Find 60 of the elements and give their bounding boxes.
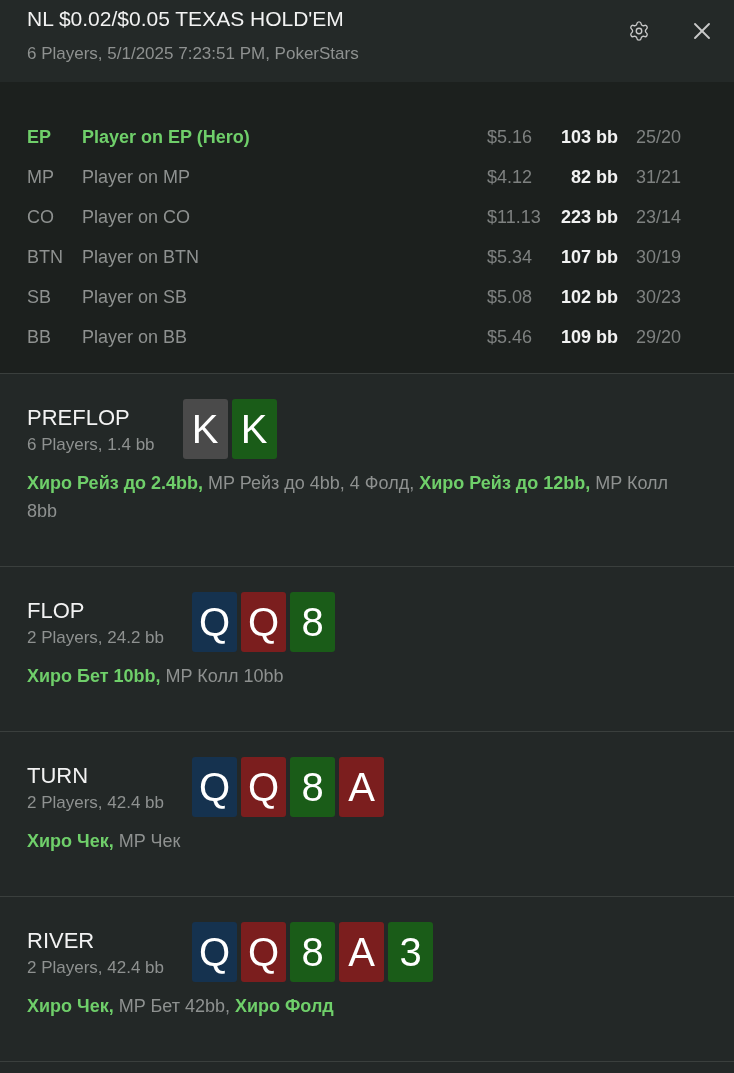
- playing-card: Q: [192, 922, 238, 982]
- player-stats: 31/21: [636, 166, 682, 188]
- player-stack: $5.08: [487, 286, 533, 308]
- player-name: Player on MP: [82, 166, 191, 188]
- settings-icon: [628, 20, 650, 42]
- player-stack-bb: 82 bb: [571, 166, 618, 188]
- player-stats: 25/20: [636, 126, 682, 148]
- player-stack-bb: 102 bb: [560, 286, 618, 308]
- playing-card: 8: [290, 757, 336, 817]
- playing-card: 8: [290, 922, 336, 982]
- player-stack-bb: 223 bb: [560, 206, 618, 228]
- player-position: MP: [27, 166, 54, 188]
- playing-card: Q: [241, 757, 287, 817]
- street-title: RIVER: [27, 928, 96, 954]
- player-position: CO: [27, 206, 54, 228]
- player-name: Player on BB: [82, 326, 188, 348]
- playing-card: 3: [388, 922, 434, 982]
- street-info: 6 Players, 1.4 bb: [27, 434, 155, 456]
- street-title: PREFLOP: [27, 405, 131, 431]
- settings-button[interactable]: [628, 20, 650, 42]
- player-name: Player on SB: [82, 286, 188, 308]
- playing-card: Q: [192, 757, 238, 817]
- playing-card: K: [231, 399, 277, 459]
- player-stack-bb: 109 bb: [560, 326, 618, 348]
- street-title: FLOP: [27, 598, 86, 624]
- street-info: 2 Players, 42.4 bb: [27, 957, 165, 979]
- street-actions: Хиро Рейз до 2.4bb, MP Рейз до 4bb, 4 Фолд, Хиро Рейз до 12bb, MP Колл 8bb: [27, 472, 670, 523]
- street-actions: Хиро Бет 10bb, MP Колл 10bb: [27, 665, 285, 688]
- player-stats: 30/23: [636, 286, 682, 308]
- player-position: SB: [27, 286, 51, 308]
- street-actions: Хиро Чек, MP Бет 42bb, Хиро Фолд: [27, 995, 335, 1018]
- player-name: Player on CO: [82, 206, 191, 228]
- hand-subtitle: 6 Players, 5/1/2025 7:23:51 PM, PokerStars: [27, 43, 360, 65]
- player-stats: 23/14: [636, 206, 682, 228]
- street-info: 2 Players, 42.4 bb: [27, 792, 165, 814]
- playing-card: Q: [192, 592, 238, 652]
- playing-card: K: [182, 399, 228, 459]
- player-stack-bb: 103 bb: [560, 126, 618, 148]
- player-stack: $5.46: [487, 326, 533, 348]
- player-position: BTN: [27, 246, 63, 268]
- player-position: BB: [27, 326, 51, 348]
- playing-card: 8: [290, 592, 336, 652]
- playing-card: Q: [241, 922, 287, 982]
- player-position: EP: [27, 126, 51, 148]
- player-name: Player on EP (Hero): [82, 126, 250, 148]
- playing-card: A: [339, 757, 385, 817]
- player-stack: $4.12: [487, 166, 533, 188]
- player-stack-bb: 107 bb: [560, 246, 618, 268]
- street-title: TURN: [27, 763, 90, 789]
- playing-card: Q: [241, 592, 287, 652]
- player-stack: $5.16: [487, 126, 533, 148]
- player-name: Player on BTN: [82, 246, 200, 268]
- playing-card: A: [339, 922, 385, 982]
- hand-title: NL $0.02/$0.05 TEXAS HOLD'EM: [27, 6, 345, 32]
- street-actions: Хиро Чек, MP Чек: [27, 830, 182, 853]
- player-stack: $11.13: [487, 206, 541, 228]
- player-stack: $5.34: [487, 246, 533, 268]
- player-stats: 29/20: [636, 326, 682, 348]
- player-stats: 30/19: [636, 246, 682, 268]
- street-info: 2 Players, 24.2 bb: [27, 627, 165, 649]
